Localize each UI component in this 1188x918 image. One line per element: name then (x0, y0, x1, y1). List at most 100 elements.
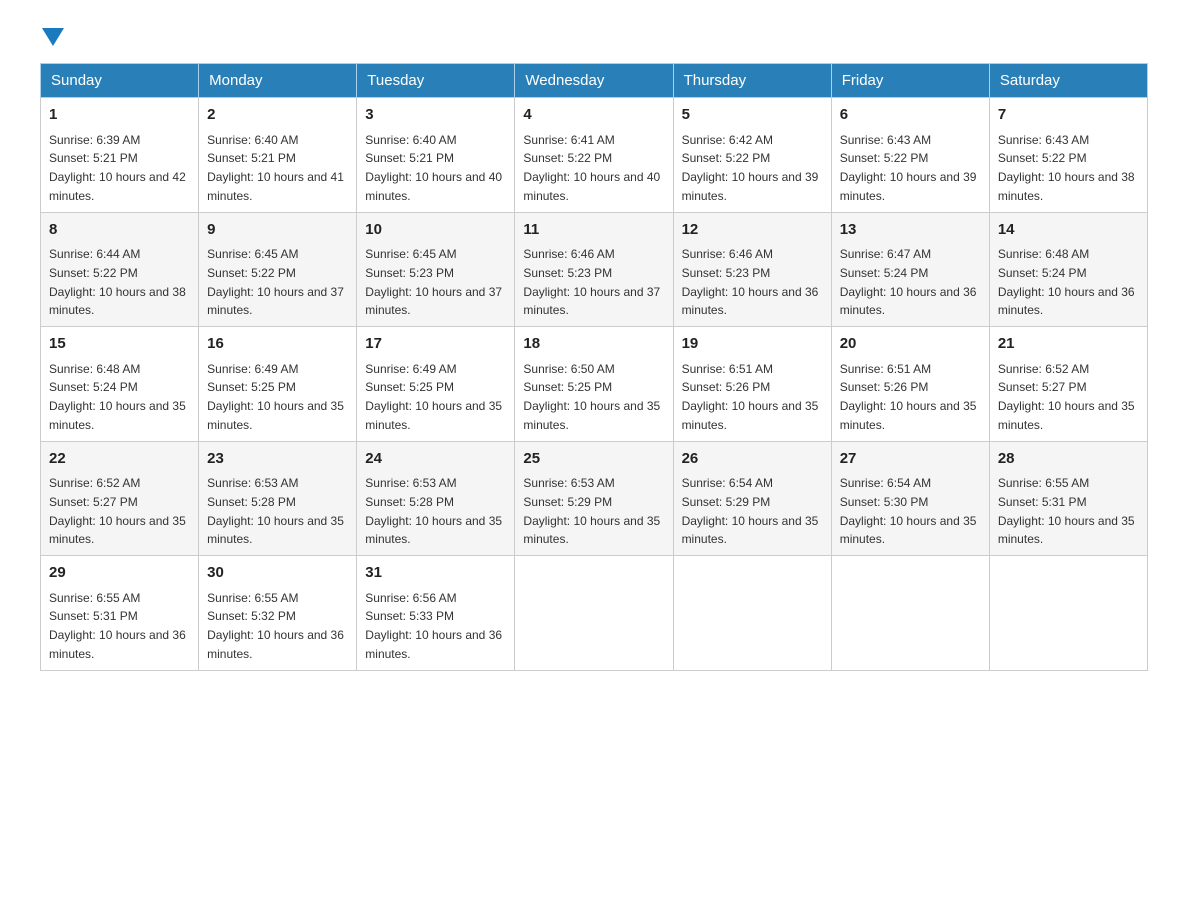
day-number: 26 (682, 448, 823, 471)
calendar-cell: 19 Sunrise: 6:51 AMSunset: 5:26 PMDayligh… (673, 327, 831, 442)
day-number: 18 (523, 333, 664, 356)
day-info: Sunrise: 6:55 AMSunset: 5:32 PMDaylight:… (207, 591, 344, 661)
day-info: Sunrise: 6:49 AMSunset: 5:25 PMDaylight:… (207, 362, 344, 432)
calendar-cell: 14 Sunrise: 6:48 AMSunset: 5:24 PMDayligh… (989, 212, 1147, 327)
weekday-header-sunday: Sunday (41, 64, 199, 98)
calendar-cell: 26 Sunrise: 6:54 AMSunset: 5:29 PMDayligh… (673, 441, 831, 556)
calendar-cell: 9 Sunrise: 6:45 AMSunset: 5:22 PMDaylight… (199, 212, 357, 327)
calendar-cell: 31 Sunrise: 6:56 AMSunset: 5:33 PMDayligh… (357, 556, 515, 671)
calendar-cell (515, 556, 673, 671)
day-number: 28 (998, 448, 1139, 471)
day-number: 14 (998, 219, 1139, 242)
day-number: 1 (49, 104, 190, 127)
calendar-cell: 24 Sunrise: 6:53 AMSunset: 5:28 PMDayligh… (357, 441, 515, 556)
day-number: 16 (207, 333, 348, 356)
day-number: 6 (840, 104, 981, 127)
day-info: Sunrise: 6:52 AMSunset: 5:27 PMDaylight:… (49, 476, 186, 546)
day-number: 31 (365, 562, 506, 585)
logo (40, 30, 64, 53)
day-number: 5 (682, 104, 823, 127)
day-info: Sunrise: 6:39 AMSunset: 5:21 PMDaylight:… (49, 133, 186, 203)
day-number: 9 (207, 219, 348, 242)
calendar-cell: 30 Sunrise: 6:55 AMSunset: 5:32 PMDayligh… (199, 556, 357, 671)
day-number: 17 (365, 333, 506, 356)
day-info: Sunrise: 6:51 AMSunset: 5:26 PMDaylight:… (682, 362, 819, 432)
day-number: 20 (840, 333, 981, 356)
day-info: Sunrise: 6:46 AMSunset: 5:23 PMDaylight:… (682, 247, 819, 317)
weekday-header-tuesday: Tuesday (357, 64, 515, 98)
day-info: Sunrise: 6:53 AMSunset: 5:29 PMDaylight:… (523, 476, 660, 546)
day-info: Sunrise: 6:43 AMSunset: 5:22 PMDaylight:… (998, 133, 1135, 203)
day-info: Sunrise: 6:55 AMSunset: 5:31 PMDaylight:… (998, 476, 1135, 546)
day-info: Sunrise: 6:44 AMSunset: 5:22 PMDaylight:… (49, 247, 186, 317)
day-info: Sunrise: 6:46 AMSunset: 5:23 PMDaylight:… (523, 247, 660, 317)
day-number: 25 (523, 448, 664, 471)
day-number: 30 (207, 562, 348, 585)
weekday-header-row: SundayMondayTuesdayWednesdayThursdayFrid… (41, 64, 1148, 98)
day-info: Sunrise: 6:45 AMSunset: 5:22 PMDaylight:… (207, 247, 344, 317)
calendar-cell: 13Sunrise: 6:47 AMSunset: 5:24 PMDayligh… (831, 212, 989, 327)
day-info: Sunrise: 6:50 AMSunset: 5:25 PMDaylight:… (523, 362, 660, 432)
day-number: 2 (207, 104, 348, 127)
day-number: 12 (682, 219, 823, 242)
calendar-cell: 4Sunrise: 6:41 AMSunset: 5:22 PMDaylight… (515, 98, 673, 213)
calendar-cell: 1 Sunrise: 6:39 AMSunset: 5:21 PMDaylight… (41, 98, 199, 213)
calendar-cell: 18 Sunrise: 6:50 AMSunset: 5:25 PMDayligh… (515, 327, 673, 442)
day-number: 15 (49, 333, 190, 356)
day-info: Sunrise: 6:53 AMSunset: 5:28 PMDaylight:… (207, 476, 344, 546)
page-header (40, 30, 1148, 53)
calendar-cell: 15 Sunrise: 6:48 AMSunset: 5:24 PMDayligh… (41, 327, 199, 442)
day-info: Sunrise: 6:40 AMSunset: 5:21 PMDaylight:… (207, 133, 344, 203)
weekday-header-saturday: Saturday (989, 64, 1147, 98)
calendar-cell: 21 Sunrise: 6:52 AMSunset: 5:27 PMDayligh… (989, 327, 1147, 442)
calendar-cell: 8 Sunrise: 6:44 AMSunset: 5:22 PMDaylight… (41, 212, 199, 327)
day-info: Sunrise: 6:53 AMSunset: 5:28 PMDaylight:… (365, 476, 502, 546)
day-number: 29 (49, 562, 190, 585)
logo-arrow-icon (42, 28, 64, 51)
day-info: Sunrise: 6:42 AMSunset: 5:22 PMDaylight:… (682, 133, 819, 203)
day-number: 27 (840, 448, 981, 471)
day-number: 22 (49, 448, 190, 471)
day-number: 3 (365, 104, 506, 127)
weekday-header-wednesday: Wednesday (515, 64, 673, 98)
calendar-week-row: 8 Sunrise: 6:44 AMSunset: 5:22 PMDaylight… (41, 212, 1148, 327)
calendar-cell: 16 Sunrise: 6:49 AMSunset: 5:25 PMDayligh… (199, 327, 357, 442)
day-number: 24 (365, 448, 506, 471)
calendar-cell: 10Sunrise: 6:45 AMSunset: 5:23 PMDayligh… (357, 212, 515, 327)
day-number: 8 (49, 219, 190, 242)
day-number: 10 (365, 219, 506, 242)
calendar-cell: 2 Sunrise: 6:40 AMSunset: 5:21 PMDaylight… (199, 98, 357, 213)
calendar-cell: 27 Sunrise: 6:54 AMSunset: 5:30 PMDayligh… (831, 441, 989, 556)
day-number: 13 (840, 219, 981, 242)
day-info: Sunrise: 6:40 AMSunset: 5:21 PMDaylight:… (365, 133, 502, 203)
calendar-cell: 11 Sunrise: 6:46 AMSunset: 5:23 PMDayligh… (515, 212, 673, 327)
day-info: Sunrise: 6:56 AMSunset: 5:33 PMDaylight:… (365, 591, 502, 661)
day-number: 11 (523, 219, 664, 242)
calendar-cell (989, 556, 1147, 671)
day-info: Sunrise: 6:43 AMSunset: 5:22 PMDaylight:… (840, 133, 977, 203)
day-number: 19 (682, 333, 823, 356)
calendar-week-row: 1 Sunrise: 6:39 AMSunset: 5:21 PMDaylight… (41, 98, 1148, 213)
calendar-table: SundayMondayTuesdayWednesdayThursdayFrid… (40, 63, 1148, 671)
calendar-cell: 28 Sunrise: 6:55 AMSunset: 5:31 PMDayligh… (989, 441, 1147, 556)
calendar-cell: 6 Sunrise: 6:43 AMSunset: 5:22 PMDaylight… (831, 98, 989, 213)
calendar-cell: 5 Sunrise: 6:42 AMSunset: 5:22 PMDaylight… (673, 98, 831, 213)
weekday-header-monday: Monday (199, 64, 357, 98)
calendar-cell: 7Sunrise: 6:43 AMSunset: 5:22 PMDaylight… (989, 98, 1147, 213)
day-info: Sunrise: 6:48 AMSunset: 5:24 PMDaylight:… (49, 362, 186, 432)
day-number: 4 (523, 104, 664, 127)
day-number: 23 (207, 448, 348, 471)
day-info: Sunrise: 6:52 AMSunset: 5:27 PMDaylight:… (998, 362, 1135, 432)
calendar-cell: 3 Sunrise: 6:40 AMSunset: 5:21 PMDaylight… (357, 98, 515, 213)
calendar-cell: 22 Sunrise: 6:52 AMSunset: 5:27 PMDayligh… (41, 441, 199, 556)
calendar-cell: 23 Sunrise: 6:53 AMSunset: 5:28 PMDayligh… (199, 441, 357, 556)
day-info: Sunrise: 6:54 AMSunset: 5:29 PMDaylight:… (682, 476, 819, 546)
day-info: Sunrise: 6:48 AMSunset: 5:24 PMDaylight:… (998, 247, 1135, 317)
weekday-header-friday: Friday (831, 64, 989, 98)
day-info: Sunrise: 6:54 AMSunset: 5:30 PMDaylight:… (840, 476, 977, 546)
day-number: 21 (998, 333, 1139, 356)
calendar-cell: 20Sunrise: 6:51 AMSunset: 5:26 PMDayligh… (831, 327, 989, 442)
calendar-cell: 12 Sunrise: 6:46 AMSunset: 5:23 PMDayligh… (673, 212, 831, 327)
day-info: Sunrise: 6:55 AMSunset: 5:31 PMDaylight:… (49, 591, 186, 661)
calendar-week-row: 15 Sunrise: 6:48 AMSunset: 5:24 PMDayligh… (41, 327, 1148, 442)
